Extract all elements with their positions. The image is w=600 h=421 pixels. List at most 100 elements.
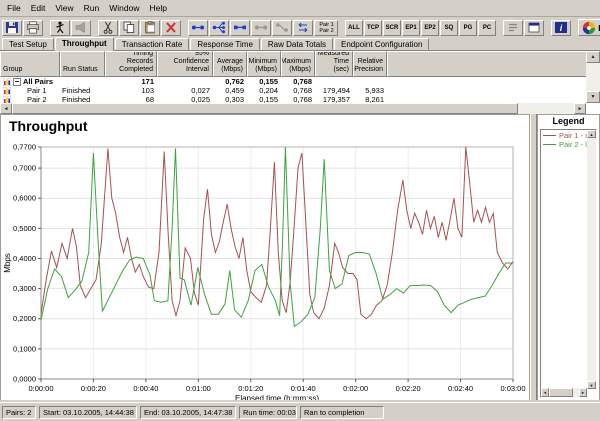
tab-throughput[interactable]: Throughput [55, 37, 114, 51]
legend-entry[interactable]: Pair 1 - med [543, 131, 587, 140]
delete-button[interactable] [161, 20, 181, 36]
x-tick-label: 0:01:00 [186, 384, 211, 393]
table-row[interactable]: Pair 2Finished680,0250,3030,1550,768179,… [0, 95, 586, 103]
netiq-pinwheel-icon [582, 21, 596, 35]
legend-scroll-down-icon[interactable]: ▼ [587, 381, 596, 389]
console-button[interactable] [503, 20, 523, 36]
filter-ep2-button[interactable]: EP2 [421, 20, 439, 36]
cell-run_status: Finished [60, 86, 105, 95]
legend-scroll-left-icon[interactable]: ◄ [541, 388, 549, 397]
scroll-right-icon[interactable]: ► [574, 103, 586, 114]
column-header: 95% Confidence Interval [157, 51, 213, 77]
cell-average: 0,303 [213, 95, 247, 103]
replicate-pair-button[interactable] [251, 20, 271, 36]
replicate-pair-icon [254, 21, 268, 34]
delete-x-icon [164, 21, 178, 34]
cell-measured_time: 179,357 [315, 95, 353, 103]
legend-horizontal-scrollbar[interactable]: ◄ ► [541, 388, 587, 397]
tab-transaction-rate[interactable]: Transaction Rate [115, 38, 190, 50]
tab-response-time[interactable]: Response Time [190, 38, 260, 50]
cell-minimum: 0,155 [247, 95, 281, 103]
tab-test-setup[interactable]: Test Setup [2, 38, 54, 50]
edit-pair-button[interactable] [230, 20, 250, 36]
table-hscroll-thumb[interactable] [12, 103, 518, 114]
menu-run[interactable]: Run [79, 1, 105, 15]
throughput-chart-panel: Throughput 0,00000,10000,20000,30000,400… [0, 114, 530, 402]
scroll-down-icon[interactable]: ▼ [586, 91, 600, 103]
paste-button[interactable] [140, 20, 160, 36]
x-tick-label: 0:00:20 [81, 384, 106, 393]
endpoint-window-button[interactable] [524, 20, 544, 36]
netiq-logo: net iQ [578, 19, 600, 36]
column-header: Run Status [60, 51, 105, 77]
filter-scr-button[interactable]: SCR [383, 20, 401, 36]
status-cell: End: 03.10.2005, 14:47:38 [140, 406, 236, 419]
menu-help[interactable]: Help [144, 1, 171, 15]
filter-all-button[interactable]: ALL [345, 20, 363, 36]
x-tick-label: 0:02:00 [343, 384, 368, 393]
cell-maximum: 0,768 [281, 86, 315, 95]
filter-sq-button[interactable]: SQ [440, 20, 458, 36]
table-hscroll-track[interactable] [12, 103, 574, 114]
tab-raw-data-totals[interactable]: Raw Data Totals [261, 38, 333, 50]
legend-vscroll-track[interactable] [587, 138, 596, 381]
save-button[interactable] [2, 20, 22, 36]
cell-run_status: Finished [60, 95, 105, 103]
group-label: Pair 2 [27, 95, 47, 103]
legend-entry[interactable]: Pair 2 - lo [543, 140, 587, 149]
tab-strip: Test SetupThroughputTransaction RateResp… [0, 37, 600, 50]
x-tick-label: 0:00:40 [133, 384, 158, 393]
column-header-filler [387, 51, 600, 77]
tab-endpoint-configuration[interactable]: Endpoint Configuration [334, 38, 429, 50]
move-pair-button[interactable] [272, 20, 292, 36]
table-horizontal-scrollbar[interactable]: ◄ ► [0, 103, 586, 114]
scroll-up-icon[interactable]: ▲ [586, 51, 600, 63]
menu-file[interactable]: File [2, 1, 26, 15]
filter-ep1-button[interactable]: EP1 [402, 20, 420, 36]
filter-pc-button[interactable]: PC [478, 20, 496, 36]
copy-button[interactable] [119, 20, 139, 36]
y-tick-label: 0,7700 [13, 143, 36, 152]
menu-window[interactable]: Window [104, 1, 144, 15]
menu-bar: FileEditViewRunWindowHelp [0, 0, 600, 17]
table-vertical-scrollbar[interactable]: ▲ ▼ [586, 51, 600, 103]
legend-vertical-scrollbar[interactable]: ▲ ▼ [587, 130, 596, 389]
chart-legend-splitter[interactable] [530, 114, 537, 402]
add-pair-button[interactable] [188, 20, 208, 36]
legend-title: Legend [538, 116, 599, 126]
scroll-left-icon[interactable]: ◄ [0, 103, 12, 114]
table-vscroll-track[interactable] [586, 63, 600, 91]
results-table: GroupRun StatusTiming Records Completed9… [0, 50, 600, 114]
help-button[interactable]: i [551, 20, 571, 36]
swap-endpoints-button[interactable] [293, 20, 313, 36]
y-tick-label: 0,4000 [13, 254, 36, 263]
pair-names-button[interactable]: Pair 1 Pair 2 [314, 20, 338, 36]
filter-pg-button[interactable]: PG [459, 20, 477, 36]
menu-view[interactable]: View [50, 1, 78, 15]
legend-scroll-right-icon[interactable]: ► [579, 388, 587, 397]
abort-run-button[interactable] [71, 20, 91, 36]
legend-hscroll-thumb[interactable] [549, 388, 573, 397]
table-row[interactable]: Pair 1Finished1030,0270,4590,2040,768179… [0, 86, 586, 95]
print-icon [26, 21, 40, 34]
cut-icon [101, 21, 115, 34]
x-tick-label: 0:02:20 [396, 384, 421, 393]
menu-edit[interactable]: Edit [26, 1, 51, 15]
print-button[interactable] [23, 20, 43, 36]
collapse-icon[interactable]: − [13, 78, 21, 86]
cut-button[interactable] [98, 20, 118, 36]
column-header: Relative Precision [353, 51, 387, 77]
add-multicast-group-button[interactable] [209, 20, 229, 36]
table-row[interactable]: −All Pairs1710,7620,1550,768 [0, 77, 586, 86]
toolbar: Pair 1 Pair 2 ALLTCPSCREP1EP2SQPGPC i ne… [0, 18, 600, 37]
filter-tcp-button[interactable]: TCP [364, 20, 382, 36]
pair-chart-icon [3, 78, 11, 86]
column-header: Average (Mbps) [213, 51, 247, 77]
column-header: Maximum (Mbps) [281, 51, 315, 77]
cell-minimum: 0,155 [247, 77, 281, 86]
legend-hscroll-track[interactable] [549, 388, 579, 397]
legend-scroll-up-icon[interactable]: ▲ [587, 130, 596, 138]
run-test-button[interactable] [50, 20, 70, 36]
table-body: −All Pairs1710,7620,1550,768Pair 1Finish… [0, 77, 586, 103]
cell-timing_records: 103 [105, 86, 157, 95]
